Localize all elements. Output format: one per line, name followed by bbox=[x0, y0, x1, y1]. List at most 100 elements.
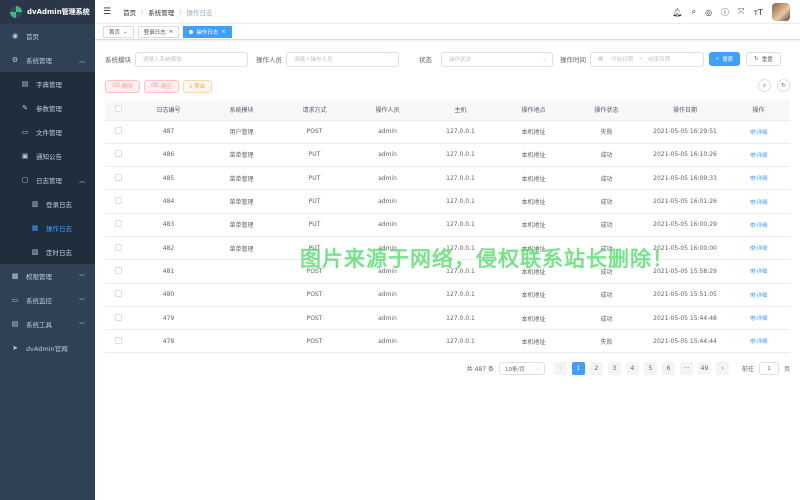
row-checkbox[interactable] bbox=[105, 213, 132, 237]
font-size-icon[interactable]: ᴛT bbox=[753, 8, 763, 17]
table-header-row: 日志编号 系统模块 请求方式 操作人员 主机 操作地点 操作状态 操作日期 操作 bbox=[105, 100, 790, 121]
row-checkbox[interactable] bbox=[105, 329, 132, 354]
main-content: 系统模块 请输入系统模块 操作人员 请输入操作人员 状态 操作状态 ⌄ 操作时间… bbox=[95, 40, 800, 500]
chevron-up-icon: ︿ bbox=[78, 57, 85, 65]
detail-link[interactable]: 👁︎详细 bbox=[750, 130, 768, 136]
sidebar-item-system[interactable]: ⚙ 系统管理 ︿ bbox=[0, 48, 95, 72]
tag-login-log[interactable]: 登录日志 × bbox=[137, 25, 180, 38]
page-ellipsis[interactable]: ··· bbox=[679, 362, 693, 375]
cell-location: 本机地址 bbox=[497, 236, 570, 261]
page-6[interactable]: 6 bbox=[661, 362, 675, 375]
detail-link[interactable]: 👁︎详细 bbox=[750, 339, 768, 345]
operator-input[interactable]: 请输入操作人员 bbox=[286, 51, 399, 67]
detail-link[interactable]: 👁︎详细 bbox=[750, 200, 768, 206]
cell-location: 本机地址 bbox=[497, 120, 570, 144]
sidebar-item-timer-log[interactable]: ▧ 定时日志 bbox=[0, 240, 95, 264]
detail-link[interactable]: 👁︎详细 bbox=[750, 293, 768, 299]
col-location: 操作地点 bbox=[497, 100, 570, 121]
sidebar-item-files[interactable]: ▭ 文件管理 bbox=[0, 120, 95, 144]
row-checkbox[interactable] bbox=[105, 306, 132, 331]
sidebar-item-operation-log[interactable]: ▦ 操作日志 bbox=[0, 216, 95, 240]
sidebar-item-logs[interactable]: ▢ 日志管理 ︿ bbox=[0, 168, 95, 192]
detail-link[interactable]: 👁︎详细 bbox=[750, 223, 768, 229]
detail-link[interactable]: 👁︎详细 bbox=[750, 246, 768, 252]
app-logo[interactable]: dvAdmin管理系统 bbox=[0, 0, 95, 24]
date-range-picker[interactable]: ▦ 开始日期 - 结束日期 bbox=[590, 51, 704, 67]
page-unit: 页 bbox=[783, 366, 790, 373]
detail-link[interactable]: 👁︎详细 bbox=[750, 269, 768, 275]
page-3[interactable]: 3 bbox=[607, 362, 621, 375]
cell-log-id: 481 bbox=[132, 259, 205, 284]
chevron-down-icon: ﹀ bbox=[78, 273, 85, 281]
row-checkbox[interactable] bbox=[105, 283, 132, 307]
search-icon: ⌕ bbox=[716, 55, 720, 62]
row-checkbox[interactable] bbox=[105, 189, 132, 214]
close-icon[interactable]: × bbox=[221, 29, 226, 35]
cell-status: 成功 bbox=[570, 236, 643, 261]
folder-icon: ▭ bbox=[21, 128, 29, 136]
cell-status: 失败 bbox=[570, 329, 643, 354]
sidebar-item-website[interactable]: ➤ dvAdmin官网 bbox=[0, 336, 95, 360]
time-label: 操作时间 bbox=[560, 56, 586, 64]
avatar[interactable] bbox=[772, 3, 790, 21]
table-row: 480 POST admin 127.0.0.1 本机地址 成功 2021-05… bbox=[105, 283, 790, 307]
delete-button[interactable]: ⌫ 删除 bbox=[105, 79, 140, 93]
sidebar-item-permissions[interactable]: ▩ 权限管理 ﹀ bbox=[0, 264, 95, 288]
sidebar-item-params[interactable]: ✎ 参数管理 bbox=[0, 96, 95, 120]
cell-operator: admin bbox=[351, 306, 424, 331]
export-button[interactable]: ⤓ 导出 bbox=[182, 79, 213, 93]
page-size-select[interactable]: 10条/页 ⌄ bbox=[498, 362, 545, 375]
select-all-checkbox[interactable] bbox=[105, 100, 132, 121]
tag-home[interactable]: 首页 ⌄ bbox=[103, 25, 134, 38]
sidebar-item-dict[interactable]: ▤ 字典管理 bbox=[0, 72, 95, 96]
status-select[interactable]: 操作状态 ⌄ bbox=[441, 51, 553, 67]
hamburger-icon[interactable]: ☰ bbox=[103, 7, 111, 17]
detail-link[interactable]: 👁︎详细 bbox=[750, 316, 768, 322]
bell-icon[interactable]: 🔔︎ bbox=[672, 8, 682, 17]
reset-button[interactable]: ↻ 重置 bbox=[746, 52, 781, 66]
search-button[interactable]: ⌕ 搜索 bbox=[709, 52, 741, 66]
close-icon[interactable]: × bbox=[169, 29, 174, 35]
cell-operator: admin bbox=[351, 259, 424, 284]
cell-location: 本机地址 bbox=[497, 213, 570, 237]
breadcrumb-system[interactable]: 系统管理 bbox=[148, 7, 174, 17]
sidebar-item-monitor[interactable]: ▭ 系统监控 ﹀ bbox=[0, 288, 95, 312]
row-checkbox[interactable] bbox=[105, 143, 132, 168]
page-1[interactable]: 1 bbox=[571, 362, 585, 375]
cell-actions: 👁︎详细 bbox=[727, 306, 790, 331]
row-checkbox[interactable] bbox=[105, 120, 132, 144]
col-method: 请求方式 bbox=[278, 100, 351, 121]
sidebar-item-login-log[interactable]: ▥ 登录日志 bbox=[0, 192, 95, 216]
page-2[interactable]: 2 bbox=[589, 362, 603, 375]
page-5[interactable]: 5 bbox=[643, 362, 657, 375]
logo-icon bbox=[10, 6, 22, 18]
breadcrumb-home[interactable]: 首页 bbox=[123, 7, 136, 17]
fullscreen-icon[interactable]: ⤧ bbox=[738, 7, 744, 17]
sidebar-item-tools[interactable]: ▤ 系统工具 ﹀ bbox=[0, 312, 95, 336]
sidebar-item-notice[interactable]: ▣ 通知公告 bbox=[0, 144, 95, 168]
page-49[interactable]: 49 bbox=[697, 362, 711, 375]
cell-host: 127.0.0.1 bbox=[424, 236, 497, 261]
detail-link[interactable]: 👁︎详细 bbox=[750, 153, 768, 159]
goto-page-input[interactable]: 1 bbox=[758, 362, 779, 375]
tag-operation-log[interactable]: 操作日志 × bbox=[183, 25, 232, 38]
navbar: ☰ 首页 / 系统管理 / 操作日志 🔔︎ ⌕ ◎ ⓘ ⤧ ᴛT bbox=[95, 0, 800, 24]
trash-icon: ⌫ bbox=[150, 83, 159, 89]
search-toggle-icon[interactable]: ⌕ bbox=[758, 79, 771, 92]
row-checkbox[interactable] bbox=[105, 166, 132, 191]
clear-button[interactable]: ⌫ 清空 bbox=[143, 79, 179, 93]
github-icon[interactable]: ◎ bbox=[705, 8, 712, 17]
detail-link[interactable]: 👁︎详细 bbox=[750, 176, 768, 182]
download-icon: ⤓ bbox=[189, 82, 193, 89]
cell-operator: admin bbox=[351, 236, 424, 261]
help-icon[interactable]: ⓘ bbox=[721, 7, 729, 18]
sidebar-item-home[interactable]: ◉ 首页 bbox=[0, 24, 95, 48]
module-input[interactable]: 请输入系统模块 bbox=[135, 51, 248, 67]
page-4[interactable]: 4 bbox=[625, 362, 639, 375]
row-checkbox[interactable] bbox=[105, 259, 132, 284]
row-checkbox[interactable] bbox=[105, 236, 132, 261]
prev-page-button[interactable]: ‹ bbox=[553, 362, 567, 375]
next-page-button[interactable]: › bbox=[715, 362, 729, 375]
search-icon[interactable]: ⌕ bbox=[692, 7, 696, 17]
refresh-icon[interactable]: ↻ bbox=[777, 79, 790, 92]
